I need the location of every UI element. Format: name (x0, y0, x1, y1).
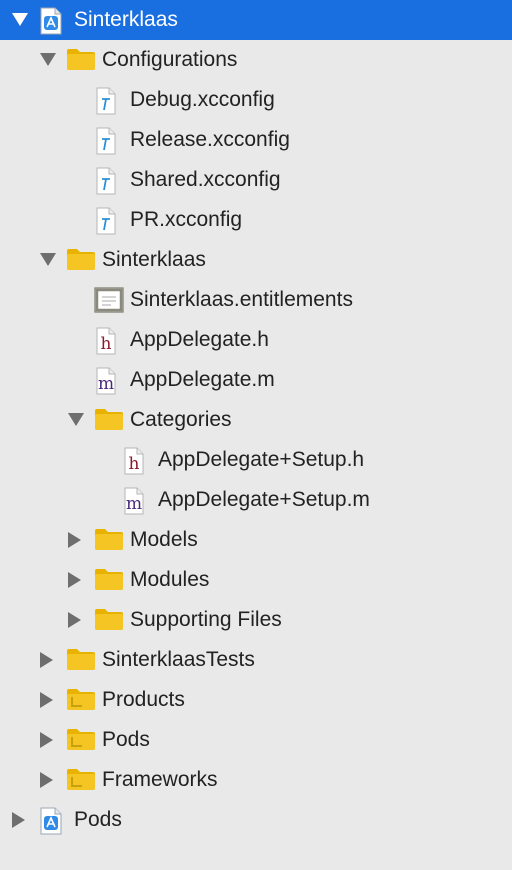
xcconfig-file-icon (94, 127, 124, 155)
header-file-icon: h (122, 447, 152, 475)
svg-text:m: m (126, 494, 142, 514)
tree-row-1[interactable]: Configurations (0, 40, 512, 80)
disclosure-closed-icon[interactable] (40, 692, 53, 708)
disclosure-open-icon[interactable] (12, 13, 28, 26)
tree-row-label: Configurations (102, 48, 238, 71)
tree-row-label: Models (130, 528, 198, 551)
tree-row-19[interactable]: Frameworks (0, 760, 512, 800)
tree-row-label: Modules (130, 568, 210, 591)
group-folder-icon (66, 687, 96, 713)
tree-row-12[interactable]: m AppDelegate+Setup.m (0, 480, 512, 520)
implementation-file-icon: m (94, 367, 124, 395)
tree-row-0[interactable]: Sinterklaas (0, 0, 512, 40)
disclosure-open-icon[interactable] (40, 53, 56, 66)
tree-row-16[interactable]: SinterklaasTests (0, 640, 512, 680)
tree-row-20[interactable]: Pods (0, 800, 512, 840)
folder-icon (94, 527, 124, 553)
tree-row-label: Frameworks (102, 768, 218, 791)
disclosure-open-icon[interactable] (40, 253, 56, 266)
tree-row-label: Pods (74, 808, 122, 831)
tree-row-label: Sinterklaas.entitlements (130, 288, 353, 311)
disclosure-closed-icon[interactable] (40, 652, 53, 668)
tree-row-label: AppDelegate.h (130, 328, 269, 351)
group-folder-icon (66, 727, 96, 753)
tree-row-label: Sinterklaas (74, 8, 178, 31)
xcconfig-file-icon (94, 207, 124, 235)
tree-row-2[interactable]: Debug.xcconfig (0, 80, 512, 120)
tree-row-10[interactable]: Categories (0, 400, 512, 440)
svg-text:h: h (101, 334, 112, 354)
header-file-icon: h (94, 327, 124, 355)
disclosure-open-icon[interactable] (68, 413, 84, 426)
tree-row-6[interactable]: Sinterklaas (0, 240, 512, 280)
disclosure-closed-icon[interactable] (68, 572, 81, 588)
disclosure-closed-icon[interactable] (12, 812, 25, 828)
group-folder-icon (66, 767, 96, 793)
tree-row-label: SinterklaasTests (102, 648, 255, 671)
tree-row-9[interactable]: m AppDelegate.m (0, 360, 512, 400)
folder-icon (66, 247, 96, 273)
tree-row-label: Debug.xcconfig (130, 88, 275, 111)
tree-row-18[interactable]: Pods (0, 720, 512, 760)
disclosure-closed-icon[interactable] (68, 532, 81, 548)
xcconfig-file-icon (94, 87, 124, 115)
disclosure-closed-icon[interactable] (40, 732, 53, 748)
folder-icon (94, 607, 124, 633)
folder-icon (94, 567, 124, 593)
tree-row-label: Products (102, 688, 185, 711)
tree-row-label: PR.xcconfig (130, 208, 243, 231)
implementation-file-icon: m (122, 487, 152, 515)
tree-row-label: Release.xcconfig (130, 128, 290, 151)
entitlements-file-icon (94, 287, 124, 313)
svg-text:m: m (98, 374, 114, 394)
tree-row-3[interactable]: Release.xcconfig (0, 120, 512, 160)
tree-row-label: Pods (102, 728, 150, 751)
tree-row-7[interactable]: Sinterklaas.entitlements (0, 280, 512, 320)
tree-row-label: Sinterklaas (102, 248, 206, 271)
tree-row-label: AppDelegate.m (130, 368, 275, 391)
disclosure-closed-icon[interactable] (68, 612, 81, 628)
xcode-project-icon (38, 7, 68, 35)
disclosure-closed-icon[interactable] (40, 772, 53, 788)
tree-row-15[interactable]: Supporting Files (0, 600, 512, 640)
tree-row-13[interactable]: Models (0, 520, 512, 560)
svg-text:h: h (129, 454, 140, 474)
folder-icon (94, 407, 124, 433)
tree-row-8[interactable]: h AppDelegate.h (0, 320, 512, 360)
tree-row-label: Shared.xcconfig (130, 168, 281, 191)
tree-row-14[interactable]: Modules (0, 560, 512, 600)
tree-row-label: AppDelegate+Setup.h (158, 448, 365, 471)
xcconfig-file-icon (94, 167, 124, 195)
tree-row-label: Categories (130, 408, 232, 431)
folder-icon (66, 47, 96, 73)
tree-row-5[interactable]: PR.xcconfig (0, 200, 512, 240)
tree-row-label: AppDelegate+Setup.m (158, 488, 370, 511)
project-navigator: Sinterklaas Configurations Debug.xcconfig R… (0, 0, 512, 870)
tree-row-17[interactable]: Products (0, 680, 512, 720)
xcode-project-icon (38, 807, 68, 835)
tree-row-11[interactable]: h AppDelegate+Setup.h (0, 440, 512, 480)
tree-row-label: Supporting Files (130, 608, 282, 631)
tree-row-4[interactable]: Shared.xcconfig (0, 160, 512, 200)
folder-icon (66, 647, 96, 673)
